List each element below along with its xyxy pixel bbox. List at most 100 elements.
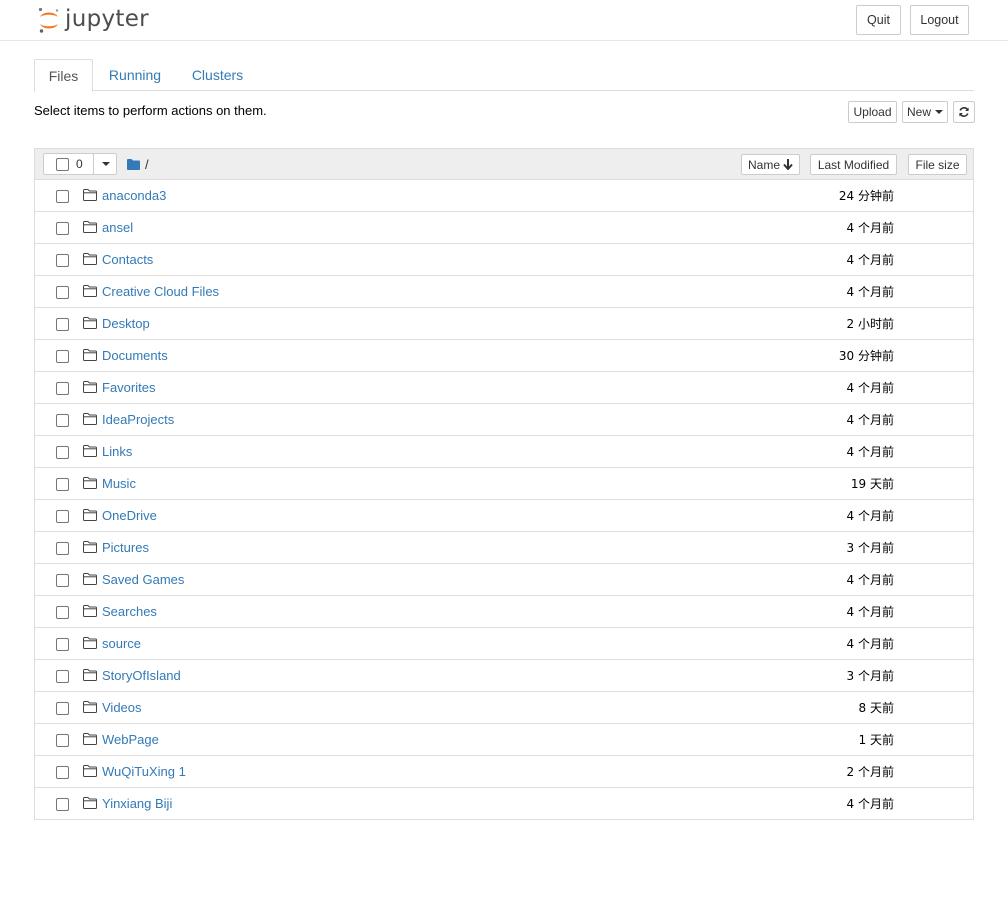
item-modified: 4 个月前 <box>846 637 894 651</box>
row-checkbox[interactable] <box>56 766 69 779</box>
row-checkbox[interactable] <box>56 574 69 587</box>
list-item[interactable]: Music 19 天前 <box>35 468 973 500</box>
item-name-link[interactable]: Favorites <box>102 380 155 395</box>
item-modified: 19 天前 <box>850 477 894 491</box>
list-item[interactable]: Videos 8 天前 <box>35 692 973 724</box>
folder-icon <box>83 349 97 364</box>
list-item[interactable]: Saved Games 4 个月前 <box>35 564 973 596</box>
row-checkbox[interactable] <box>56 350 69 363</box>
file-list-header: 0 / Name Last Modified File size <box>35 149 973 180</box>
folder-icon <box>83 765 97 780</box>
row-checkbox[interactable] <box>56 510 69 523</box>
new-button[interactable]: New <box>902 101 948 123</box>
item-modified: 3 个月前 <box>846 541 894 555</box>
item-name-link[interactable]: Yinxiang Biji <box>102 796 172 811</box>
list-item[interactable]: ansel 4 个月前 <box>35 212 973 244</box>
row-checkbox[interactable] <box>56 734 69 747</box>
row-checkbox[interactable] <box>56 798 69 811</box>
row-checkbox[interactable] <box>56 478 69 491</box>
item-name-link[interactable]: Searches <box>102 604 157 619</box>
quit-button[interactable]: Quit <box>856 5 901 35</box>
sort-by-name-button[interactable]: Name <box>741 154 800 175</box>
sort-by-modified-button[interactable]: Last Modified <box>810 154 897 175</box>
folder-icon <box>83 669 97 684</box>
tab-files[interactable]: Files <box>34 59 93 92</box>
item-modified: 4 个月前 <box>846 509 894 523</box>
item-name-link[interactable]: anaconda3 <box>102 188 166 203</box>
sort-name-label: Name <box>747 157 780 172</box>
row-checkbox[interactable] <box>56 254 69 267</box>
list-item[interactable]: Documents 30 分钟前 <box>35 340 973 372</box>
list-item[interactable]: source 4 个月前 <box>35 628 973 660</box>
item-name-link[interactable]: StoryOfIsland <box>102 668 181 683</box>
list-item[interactable]: Contacts 4 个月前 <box>35 244 973 276</box>
folder-icon <box>83 413 97 428</box>
list-item[interactable]: IdeaProjects 4 个月前 <box>35 404 973 436</box>
row-checkbox[interactable] <box>56 414 69 427</box>
row-checkbox[interactable] <box>56 286 69 299</box>
row-checkbox[interactable] <box>56 702 69 715</box>
list-item[interactable]: WebPage 1 天前 <box>35 724 973 756</box>
list-item[interactable]: Desktop 2 小时前 <box>35 308 973 340</box>
list-item[interactable]: Favorites 4 个月前 <box>35 372 973 404</box>
upload-button[interactable]: Upload <box>848 101 897 123</box>
item-name-link[interactable]: Videos <box>102 700 142 715</box>
row-checkbox[interactable] <box>56 542 69 555</box>
item-modified: 3 个月前 <box>846 669 894 683</box>
tab-clusters[interactable]: Clusters <box>180 59 255 91</box>
jupyter-logo[interactable]: jupyter <box>37 5 149 35</box>
row-checkbox[interactable] <box>56 670 69 683</box>
select-all-checkbox[interactable] <box>56 158 69 171</box>
item-modified: 24 分钟前 <box>838 189 894 203</box>
list-item[interactable]: Pictures 3 个月前 <box>35 532 973 564</box>
row-checkbox[interactable] <box>56 190 69 203</box>
item-name-link[interactable]: ansel <box>102 220 133 235</box>
folder-icon <box>83 509 97 524</box>
selection-hint: Select items to perform actions on them. <box>34 103 267 118</box>
item-name-link[interactable]: Contacts <box>102 252 153 267</box>
item-name-link[interactable]: Pictures <box>102 540 149 555</box>
folder-icon[interactable] <box>127 159 140 170</box>
list-item[interactable]: StoryOfIsland 3 个月前 <box>35 660 973 692</box>
item-name-link[interactable]: WuQiTuXing 1 <box>102 764 186 779</box>
folder-icon <box>83 733 97 748</box>
list-item[interactable]: WuQiTuXing 1 2 个月前 <box>35 756 973 788</box>
header: jupyter Quit Logout <box>0 0 1008 41</box>
item-name-link[interactable]: Saved Games <box>102 572 184 587</box>
item-name-link[interactable]: Desktop <box>102 316 150 331</box>
sort-by-size-button[interactable]: File size <box>908 154 967 175</box>
row-checkbox[interactable] <box>56 222 69 235</box>
list-item[interactable]: Searches 4 个月前 <box>35 596 973 628</box>
row-checkbox[interactable] <box>56 318 69 331</box>
item-name-link[interactable]: WebPage <box>102 732 159 747</box>
tab-running[interactable]: Running <box>96 59 174 91</box>
row-checkbox[interactable] <box>56 606 69 619</box>
item-modified: 1 天前 <box>858 733 894 747</box>
folder-icon <box>83 285 97 300</box>
list-item[interactable]: Creative Cloud Files 4 个月前 <box>35 276 973 308</box>
logout-button[interactable]: Logout <box>910 5 969 35</box>
folder-icon <box>83 317 97 332</box>
list-item[interactable]: Links 4 个月前 <box>35 436 973 468</box>
item-name-link[interactable]: source <box>102 636 141 651</box>
row-checkbox[interactable] <box>56 638 69 651</box>
select-menu-button[interactable] <box>93 153 117 175</box>
item-name-link[interactable]: Creative Cloud Files <box>102 284 219 299</box>
list-item[interactable]: OneDrive 4 个月前 <box>35 500 973 532</box>
item-modified: 2 个月前 <box>846 765 894 779</box>
refresh-button[interactable] <box>953 101 975 123</box>
item-modified: 30 分钟前 <box>838 349 894 363</box>
item-name-link[interactable]: Music <box>102 476 136 491</box>
list-item[interactable]: anaconda3 24 分钟前 <box>35 180 973 212</box>
row-checkbox[interactable] <box>56 382 69 395</box>
item-name-link[interactable]: Links <box>102 444 132 459</box>
list-item[interactable]: Yinxiang Biji 4 个月前 <box>35 788 973 820</box>
item-name-link[interactable]: IdeaProjects <box>102 412 174 427</box>
breadcrumb-root[interactable]: / <box>145 157 149 172</box>
item-modified: 4 个月前 <box>846 573 894 587</box>
item-name-link[interactable]: Documents <box>102 348 168 363</box>
item-modified: 4 个月前 <box>846 221 894 235</box>
select-all-control: 0 <box>43 153 117 175</box>
item-name-link[interactable]: OneDrive <box>102 508 157 523</box>
row-checkbox[interactable] <box>56 446 69 459</box>
